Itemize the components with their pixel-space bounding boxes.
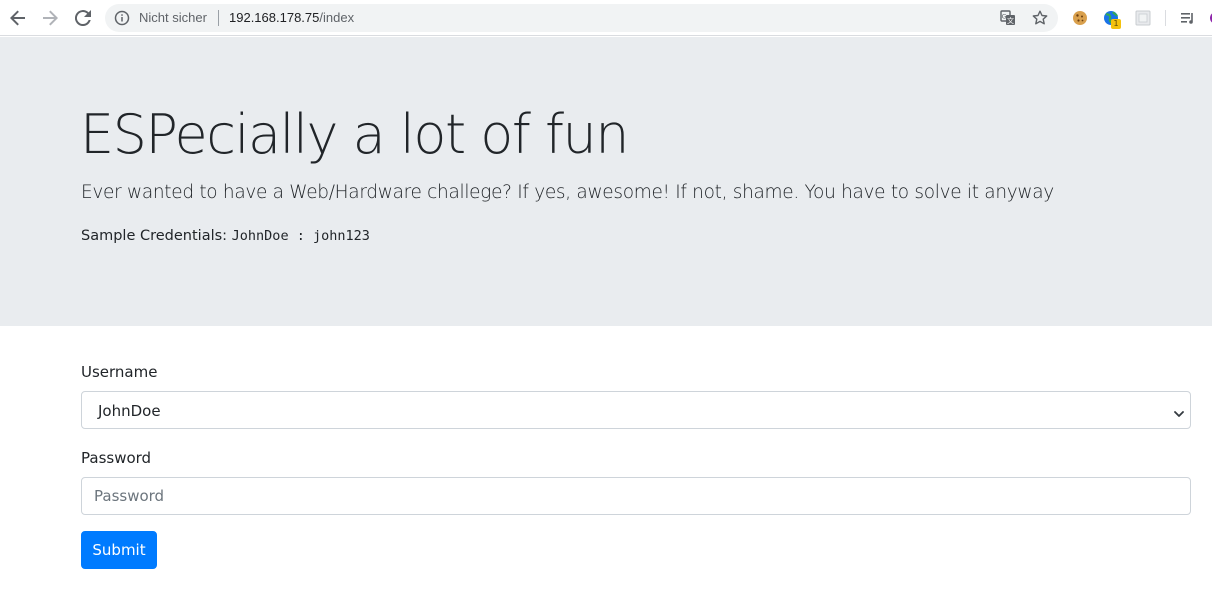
lead-text: Ever wanted to have a Web/Hardware chall… [81, 182, 1054, 203]
submit-button[interactable]: Submit [81, 531, 157, 569]
bookmark-star-icon[interactable] [1031, 9, 1049, 27]
reload-icon[interactable] [71, 6, 95, 30]
cookie-extension-icon[interactable] [1071, 9, 1089, 27]
password-field[interactable] [81, 477, 1191, 515]
password-label: Password [81, 449, 152, 467]
extension-icon[interactable] [1134, 9, 1152, 27]
back-arrow-icon[interactable] [6, 6, 30, 30]
jumbotron: ESPecially a lot of fun Ever wanted to h… [0, 37, 1212, 326]
toolbar-separator [1165, 10, 1166, 26]
globe-extension-icon[interactable]: 1 [1102, 9, 1121, 29]
address-bar[interactable]: Nicht sicher 192.168.178.75/index 文 G [105, 4, 1058, 32]
page-title: ESPecially a lot of fun [80, 103, 629, 166]
username-select[interactable]: JohnDoe [81, 391, 1191, 429]
url-host: 192.168.178.75 [229, 10, 320, 25]
username-label: Username [81, 363, 158, 381]
credentials-user: JohnDoe [231, 228, 289, 244]
info-icon[interactable] [114, 10, 130, 26]
svg-text:G: G [1002, 13, 1007, 21]
security-status-label[interactable]: Nicht sicher [139, 10, 207, 26]
translate-icon[interactable]: 文 G [999, 9, 1017, 27]
extension-badge: 1 [1111, 19, 1121, 29]
profile-icon[interactable] [1204, 9, 1212, 27]
credentials-password: john123 [312, 228, 370, 244]
url-path: /index [319, 10, 355, 25]
media-queue-icon[interactable] [1179, 9, 1197, 27]
sample-credentials: Sample Credentials: JohnDoe : john123 [81, 226, 370, 246]
username-selected-value: JohnDoe [98, 402, 161, 420]
chevron-down-icon [1174, 405, 1184, 417]
forward-arrow-icon[interactable] [38, 6, 62, 30]
credentials-separator: : [288, 228, 313, 244]
url-text[interactable]: 192.168.178.75/index [229, 10, 354, 26]
omnibox-divider [218, 10, 219, 26]
credentials-label: Sample Credentials: [81, 228, 228, 244]
browser-toolbar: Nicht sicher 192.168.178.75/index 文 G 1 [0, 0, 1212, 36]
svg-text:文: 文 [1007, 16, 1014, 25]
